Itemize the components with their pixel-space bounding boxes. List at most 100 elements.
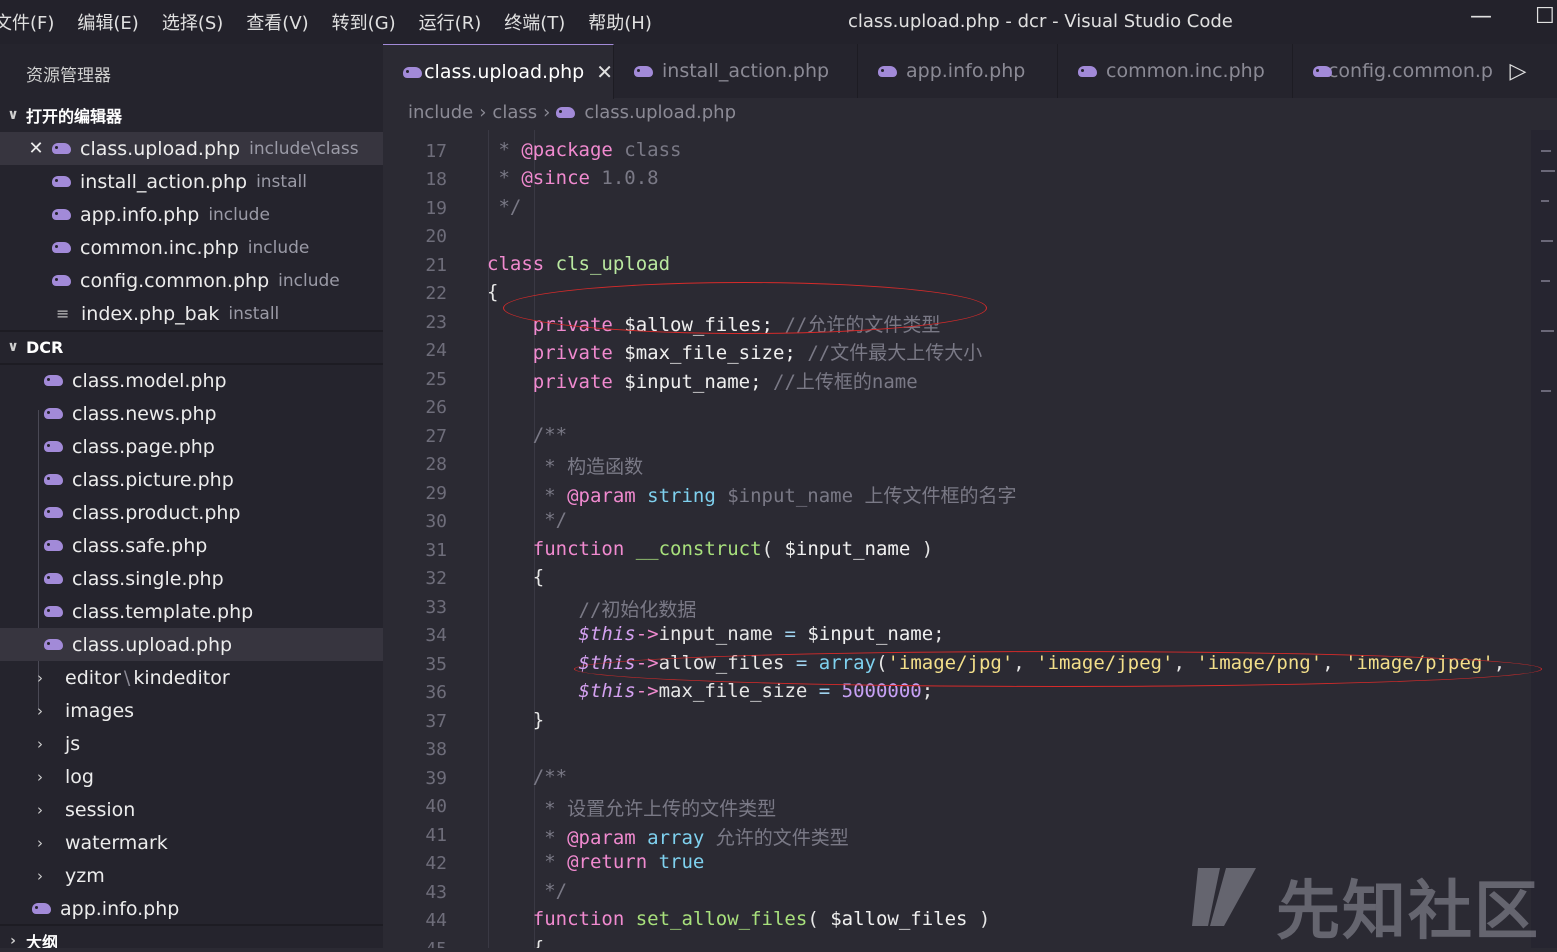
tab-install-action[interactable]: install_action.php [614, 44, 858, 98]
file-item[interactable]: class.single.php [0, 562, 383, 595]
open-editors-section[interactable]: ∨ 打开的编辑器 [0, 99, 383, 131]
menu-run[interactable]: 运行(R) [419, 9, 482, 35]
open-editor-item[interactable]: ≡ index.php_bak install [0, 297, 383, 330]
open-editor-item[interactable]: ✕ class.upload.php include\class [0, 132, 383, 165]
text-file-icon: ≡ [56, 304, 70, 323]
menu-selection[interactable]: 选择(S) [162, 9, 223, 35]
php-file-icon [1313, 65, 1332, 78]
php-file-icon [52, 208, 71, 221]
line-number: 45 [425, 939, 447, 948]
code-line: //初始化数据 [487, 599, 697, 621]
code-line: function __construct( $input_name ) [532, 538, 934, 560]
breadcrumb-item[interactable]: include [408, 102, 473, 123]
file-name: class.news.php [72, 402, 217, 425]
php-file-icon [52, 142, 71, 155]
line-number: 20 [425, 226, 447, 247]
chevron-right-icon: › [37, 701, 43, 720]
php-file-icon [403, 66, 423, 79]
folder-name: js [65, 732, 81, 755]
php-file-icon [44, 605, 63, 618]
minimap-line [1541, 390, 1551, 392]
open-editor-item[interactable]: install_action.php install [0, 165, 383, 198]
run-icon[interactable]: ▷ [1493, 44, 1543, 98]
line-number: 18 [425, 169, 447, 190]
folder-item[interactable]: › editor \ kindeditor [0, 661, 383, 694]
file-path: include [208, 204, 270, 225]
code-line: { [487, 281, 499, 303]
tab-config-common[interactable]: config.common.p [1293, 44, 1494, 98]
php-file-icon [52, 274, 71, 287]
menu-terminal[interactable]: 终端(T) [504, 9, 565, 35]
open-editor-item[interactable]: app.info.php include [0, 198, 383, 231]
menu-view[interactable]: 查看(V) [246, 9, 308, 35]
file-name: class.picture.php [72, 468, 234, 491]
folder-item[interactable]: › js [0, 727, 383, 760]
tab-class-upload[interactable]: class.upload.php ✕ [383, 44, 614, 99]
open-editor-item[interactable]: common.inc.php include [0, 231, 383, 264]
file-path: include\class [249, 138, 359, 159]
folder-item[interactable]: › session [0, 793, 383, 826]
file-item[interactable]: class.picture.php [0, 463, 383, 496]
minimize-button[interactable]: — [1470, 4, 1492, 29]
minimap[interactable] [1531, 130, 1557, 948]
file-name: class.template.php [72, 600, 254, 623]
php-file-icon [44, 638, 63, 651]
tab-app-info[interactable]: app.info.php [858, 44, 1058, 98]
code-editor[interactable]: * @package class * @since 1.0.8 */ class… [451, 130, 1531, 948]
breadcrumb-item[interactable]: class [492, 102, 537, 123]
open-editor-item[interactable]: config.common.php include [0, 264, 383, 297]
file-name: class.upload.php [72, 633, 233, 656]
file-path: include [247, 237, 310, 258]
restore-button[interactable]: ☐ [1535, 4, 1555, 29]
file-item[interactable]: app.info.php [0, 892, 383, 925]
line-number: 36 [425, 682, 447, 703]
code-line: * @param array 允许的文件类型 [487, 827, 849, 849]
folder-item[interactable]: › watermark [0, 826, 383, 859]
php-file-icon [634, 65, 653, 78]
menu-help[interactable]: 帮助(H) [588, 9, 652, 35]
code-line: $this->input_name = $input_name; [578, 623, 945, 645]
close-icon[interactable]: ✕ [596, 60, 613, 84]
folder-name: yzm [65, 864, 105, 887]
file-item[interactable]: class.page.php [0, 430, 383, 463]
file-item[interactable]: class.template.php [0, 595, 383, 628]
php-file-icon [44, 374, 63, 387]
outline-section[interactable]: › 大纲 [0, 925, 383, 948]
code-line: { [487, 566, 545, 588]
tab-common-inc[interactable]: common.inc.php [1058, 44, 1293, 98]
folder-item[interactable]: › yzm [0, 859, 383, 892]
folder-item[interactable]: › log [0, 760, 383, 793]
line-number: 21 [425, 255, 447, 276]
folder-item[interactable]: › images [0, 694, 383, 727]
menu-go[interactable]: 转到(G) [332, 9, 396, 35]
code-line: /** [487, 766, 568, 788]
breadcrumb-item[interactable]: class.upload.php [584, 102, 736, 123]
close-icon[interactable]: ✕ [25, 138, 47, 159]
chevron-right-icon: › [479, 102, 487, 123]
project-section[interactable]: ∨ DCR [0, 331, 383, 363]
line-number: 24 [425, 340, 447, 361]
php-file-icon [44, 572, 63, 585]
window-title: class.upload.php - dcr - Visual Studio C… [848, 11, 1233, 32]
code-line: } [487, 709, 545, 731]
chevron-right-icon: › [37, 668, 43, 687]
file-name: config.common.php [80, 269, 270, 292]
line-number-gutter: 17 18 19 20 21 22 23 24 25 26 27 28 29 3… [383, 130, 451, 948]
file-item[interactable]: class.product.php [0, 496, 383, 529]
file-item-selected[interactable]: class.upload.php [0, 628, 383, 661]
menu-file[interactable]: 文件(F) [0, 9, 54, 35]
file-path: install [256, 171, 307, 192]
php-file-icon [556, 106, 576, 119]
line-number: 39 [425, 768, 447, 789]
line-number: 28 [425, 454, 447, 475]
tab-label: class.upload.php [424, 61, 585, 83]
file-item[interactable]: class.model.php [0, 364, 383, 397]
line-number: 34 [425, 625, 447, 646]
file-item[interactable]: class.safe.php [0, 529, 383, 562]
menu-edit[interactable]: 编辑(E) [77, 9, 138, 35]
annotation-ellipse [574, 651, 1542, 687]
editor-tabs: class.upload.php ✕ install_action.php ap… [383, 44, 1557, 99]
file-item[interactable]: class.news.php [0, 397, 383, 430]
open-editors-label: 打开的编辑器 [26, 107, 123, 126]
line-number: 42 [425, 853, 447, 874]
